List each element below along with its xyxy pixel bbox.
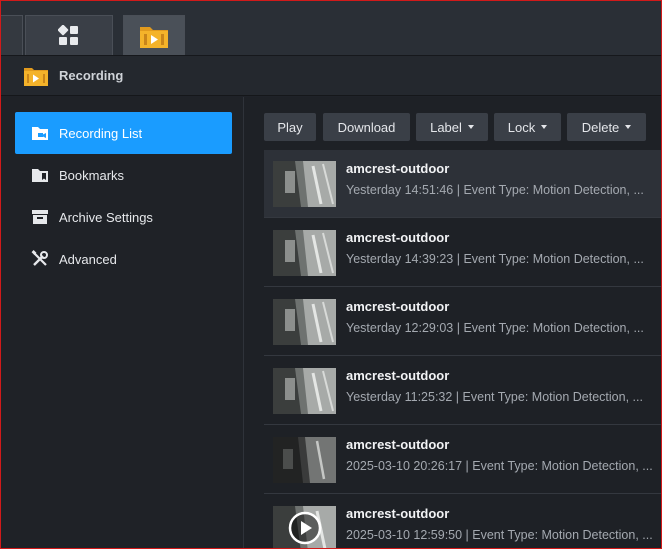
recording-meta: Yesterday 14:39:23 | Event Type: Motion … [346,252,644,266]
delete-button-label: Delete [581,119,620,135]
main-menu-button[interactable] [25,15,113,55]
sidebar-item-label: Bookmarks [59,167,125,183]
recording-thumbnail [273,161,336,207]
recording-thumbnail [273,230,336,276]
label-dropdown-button[interactable]: Label [416,113,488,141]
recording-camera-name: amcrest-outdoor [346,161,450,176]
grid-icon [58,24,78,45]
taskbar [1,1,661,56]
recording-thumbnail [273,437,336,483]
caret-down-icon [467,125,474,129]
page-title: Recording [59,68,124,83]
app-window: Recording Recording List Bookmarks Archi… [0,0,662,549]
recording-folder-icon [31,124,49,142]
sidebar-item-label: Advanced [59,251,117,267]
taskbar-apps-button[interactable] [1,15,23,55]
recording-meta: 2025-03-10 20:26:17 | Event Type: Motion… [346,459,653,473]
recording-app-icon [24,67,48,86]
recording-meta: 2025-03-10 12:59:50 | Event Type: Motion… [346,528,653,542]
recording-app-icon [140,26,168,48]
recording-row[interactable]: amcrest-outdoor 2025-03-10 12:59:50 | Ev… [264,495,661,548]
recording-row[interactable]: amcrest-outdoor Yesterday 14:51:46 | Eve… [264,150,661,218]
recording-app-taskbar-button[interactable] [123,15,185,55]
recording-row[interactable]: amcrest-outdoor 2025-03-10 20:26:17 | Ev… [264,426,661,494]
delete-dropdown-button[interactable]: Delete [567,113,646,141]
sidebar-item-advanced[interactable]: Advanced [15,238,232,280]
download-button-label: Download [337,119,396,135]
recording-row[interactable]: amcrest-outdoor Yesterday 14:39:23 | Eve… [264,219,661,287]
recording-thumbnail [273,368,336,414]
download-button[interactable]: Download [323,113,410,141]
caret-down-icon [625,125,632,129]
recording-camera-name: amcrest-outdoor [346,506,450,521]
recording-camera-name: amcrest-outdoor [346,230,450,245]
recording-camera-name: amcrest-outdoor [346,299,450,314]
recording-meta: Yesterday 12:29:03 | Event Type: Motion … [346,321,644,335]
app-header: Recording [1,56,661,96]
lock-button-label: Lock [507,119,536,135]
recording-meta: Yesterday 11:25:32 | Event Type: Motion … [346,390,643,404]
recording-camera-name: amcrest-outdoor [346,437,450,452]
sidebar-item-bookmarks[interactable]: Bookmarks [15,154,232,196]
sidebar-item-archive-settings[interactable]: Archive Settings [15,196,232,238]
play-circle-icon[interactable] [287,510,323,546]
play-button[interactable]: Play [264,113,316,141]
sidebar: Recording List Bookmarks Archive Setting… [1,97,244,548]
recording-row[interactable]: amcrest-outdoor Yesterday 12:29:03 | Eve… [264,288,661,356]
sidebar-item-label: Archive Settings [59,209,153,225]
play-button-label: Play [277,119,303,135]
label-button-label: Label [430,119,462,135]
lock-dropdown-button[interactable]: Lock [494,113,561,141]
recording-camera-name: amcrest-outdoor [346,368,450,383]
sidebar-item-recording-list[interactable]: Recording List [15,112,232,154]
archive-box-icon [31,208,49,226]
bookmark-folder-icon [31,166,49,184]
recording-row[interactable]: amcrest-outdoor Yesterday 11:25:32 | Eve… [264,357,661,425]
sidebar-item-label: Recording List [59,125,143,141]
recording-meta: Yesterday 14:51:46 | Event Type: Motion … [346,183,644,197]
tools-icon [31,250,49,268]
recording-list-panel: Play Download Label Lock Delete amcrest-… [244,97,661,548]
recording-thumbnail [273,299,336,345]
caret-down-icon [541,125,548,129]
